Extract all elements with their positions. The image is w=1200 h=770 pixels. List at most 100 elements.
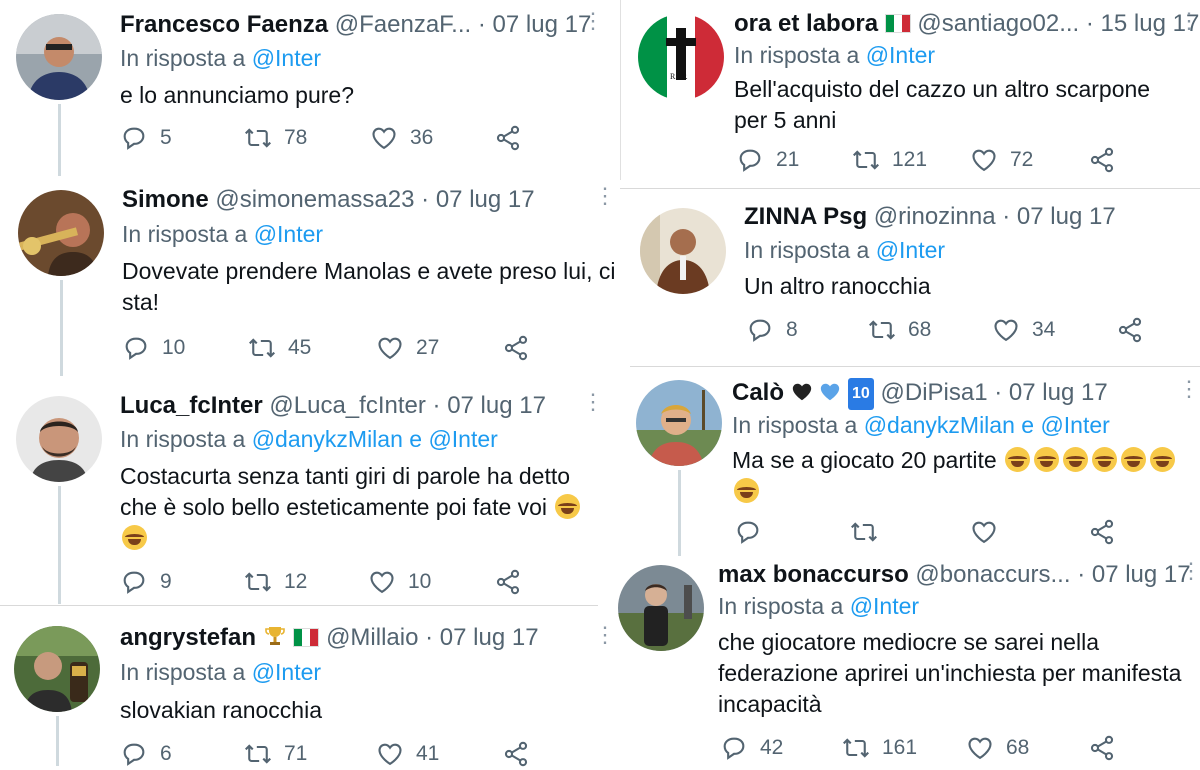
reply-button[interactable]: 21 [736,146,799,174]
more-options-icon[interactable]: ⋮ [594,185,616,207]
like-button[interactable]: 10 [368,568,431,596]
user-handle[interactable]: @Millaio [326,624,418,651]
retweet-icon [852,146,880,174]
tweet-date[interactable]: 07 lug 17 [447,392,546,419]
like-icon [376,740,404,768]
share-button[interactable] [1088,518,1128,546]
like-button[interactable]: 36 [370,124,433,152]
reply-button[interactable] [734,518,774,546]
reply-button[interactable]: 10 [122,334,185,362]
more-options-icon[interactable]: ⋮ [582,10,604,32]
reply-button[interactable]: 8 [746,316,798,344]
mention-link[interactable]: @Inter [252,45,321,71]
tweet-date[interactable]: 07 lug 17 [1092,561,1191,588]
share-button[interactable] [502,740,542,768]
tweet-date[interactable]: 07 lug 17 [436,186,535,213]
retweet-count: 68 [908,318,932,341]
more-options-icon[interactable]: ⋮ [582,391,604,413]
reply-icon [120,124,148,152]
reply-icon [120,740,148,768]
share-button[interactable] [494,124,534,152]
reply-button[interactable]: 42 [720,734,783,762]
user-handle[interactable]: @simonemassa23 [215,186,414,213]
share-button[interactable] [502,334,542,362]
display-name[interactable]: Calò [732,379,784,406]
retweet-button[interactable] [850,518,890,546]
retweet-button[interactable]: 78 [244,124,307,152]
tweet-header: max bonaccurso @bonaccurs... · 07 lug 17 [718,560,1191,590]
user-handle[interactable]: @Luca_fcInter [269,392,425,419]
avatar[interactable] [618,565,704,651]
avatar[interactable] [636,380,722,466]
avatar[interactable] [640,208,726,294]
retweet-button[interactable]: 68 [868,316,931,344]
thread-line [56,716,59,766]
tweet-text: Dovevate prendere Manolas e avete preso … [122,258,616,315]
reply-button[interactable]: 9 [120,568,172,596]
display-name[interactable]: Luca_fcInter [120,392,263,419]
like-button[interactable]: 34 [992,316,1055,344]
reply-button[interactable]: 5 [120,124,172,152]
share-button[interactable] [1116,316,1156,344]
user-handle[interactable]: @FaenzaF... [335,11,471,38]
retweet-button[interactable]: 45 [248,334,311,362]
italy-flag-icon [293,628,320,647]
tweet-date[interactable]: 07 lug 17 [1017,203,1116,230]
display-name[interactable]: max bonaccurso [718,561,909,588]
retweet-button[interactable]: 71 [244,740,307,768]
retweet-button[interactable]: 121 [852,146,927,174]
mention-link[interactable]: @Inter [850,593,919,619]
retweet-button[interactable]: 161 [842,734,917,762]
avatar-caption: R.I.P. [670,72,688,81]
like-button[interactable]: 72 [970,146,1033,174]
avatar[interactable] [16,396,102,482]
display-name[interactable]: angrystefan [120,624,256,651]
avatar[interactable] [14,626,100,712]
mention-link[interactable]: @Inter [876,237,945,263]
mention-link[interactable]: @danykzMilan e @Inter [252,426,498,452]
mention-link[interactable]: @Inter [254,221,323,247]
avatar[interactable] [18,190,104,276]
reply-count: 6 [160,742,172,765]
tweet-date[interactable]: 07 lug 17 [493,11,592,38]
user-handle[interactable]: @santiago02... [917,10,1079,37]
tweet-date[interactable]: 07 lug 17 [440,624,539,651]
mention-link[interactable]: @danykzMilan e @Inter [864,412,1110,438]
share-icon [502,740,530,768]
retweet-icon [244,568,272,596]
reply-icon [122,334,150,362]
avatar[interactable] [16,14,102,100]
tweet-text-content: Ma se a giocato 20 partite [732,447,997,473]
display-name[interactable]: ZINNA Psg [744,203,867,230]
display-name[interactable]: Francesco Faenza [120,11,328,38]
share-button[interactable] [1088,734,1128,762]
thread-line [58,104,61,176]
share-button[interactable] [494,568,534,596]
share-button[interactable] [1088,146,1128,174]
black-heart-icon [792,383,811,401]
display-name[interactable]: Simone [122,186,209,213]
user-handle[interactable]: @rinozinna [874,203,996,230]
tweet-header: Simone @simonemassa23 · 07 lug 17 [122,185,535,215]
like-button[interactable]: 27 [376,334,439,362]
retweet-button[interactable]: 12 [244,568,307,596]
like-button[interactable] [970,518,1010,546]
user-handle[interactable]: @DiPisa1 [881,379,988,406]
reply-context: In risposta a @danykzMilan e @Inter [120,424,498,454]
share-icon [1088,518,1116,546]
user-handle[interactable]: @bonaccurs... [915,561,1070,588]
tweet-date[interactable]: 07 lug 17 [1009,379,1108,406]
more-options-icon[interactable]: ⋮ [1180,560,1200,582]
like-button[interactable]: 41 [376,740,439,768]
mention-link[interactable]: @Inter [866,42,935,68]
mention-link[interactable]: @Inter [252,659,321,685]
more-options-icon[interactable]: ⋮ [594,624,616,646]
display-name[interactable]: ora et labora [734,10,878,37]
avatar[interactable] [638,14,724,100]
like-button[interactable]: 68 [966,734,1029,762]
more-options-icon[interactable]: ⋮ [1178,378,1200,400]
tweet-text: Ma se a giocato 20 partite [732,445,1178,507]
more-options-icon[interactable]: ⋮ [1178,10,1200,32]
retweet-icon [868,316,896,344]
reply-button[interactable]: 6 [120,740,172,768]
